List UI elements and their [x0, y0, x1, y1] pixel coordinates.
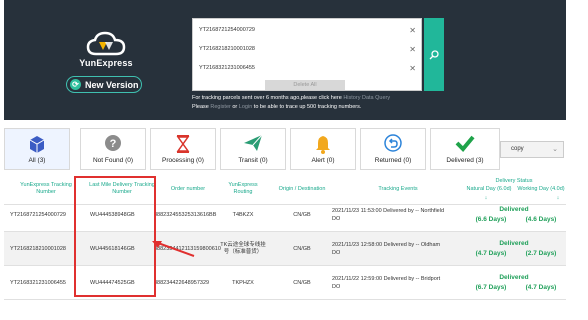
annotation-arrow	[152, 241, 195, 257]
box-icon	[29, 136, 45, 153]
natural-days: (6.6 Days)	[475, 215, 507, 223]
routing-cell: T4BKZX	[232, 212, 254, 218]
working-days: (2.7 Days)	[525, 249, 557, 257]
history-query-link[interactable]: History Data Query	[343, 95, 390, 101]
chevron-down-icon: ⌄	[552, 146, 558, 153]
tracking-entry: YT2168721254000729 ✕	[193, 23, 421, 38]
origin-dest-cell: CN/GB	[293, 280, 311, 286]
search-icon	[429, 49, 439, 59]
col-delivery-status: Delivery Status	[495, 178, 533, 184]
order-cell: 888234422648957329	[154, 280, 210, 286]
yunexpress-logo-icon	[86, 31, 126, 56]
history-note: For tracking parcels sent over 6 months …	[192, 95, 391, 101]
natural-days: (6.7 Days)	[475, 283, 507, 291]
refresh-icon: ⟳	[70, 79, 81, 90]
tracking-cell[interactable]: YT2168218210001028	[10, 232, 80, 266]
remove-icon[interactable]: ✕	[409, 42, 416, 57]
delete-all-button[interactable]: Delete All	[265, 80, 345, 90]
col-order-number: Order number	[170, 186, 206, 192]
status-tab-alert[interactable]: Alert (0)	[290, 128, 356, 170]
new-version-button[interactable]: ⟳ New Version	[66, 76, 142, 93]
login-note: Please Register or Login to be able to t…	[192, 104, 362, 110]
bell-icon	[316, 136, 330, 154]
hourglass-icon	[176, 135, 190, 153]
tracking-cell[interactable]: YT2168721254000729	[10, 198, 80, 232]
event-cell: 2021/11/23 11:53:00 Delivered by -- Nort…	[332, 208, 445, 222]
event-cell: 2021/11/23 12:58:00 Delivered by -- Oldh…	[332, 242, 441, 256]
col-tracking-events: Tracking Events	[378, 186, 418, 192]
check-icon	[455, 135, 475, 152]
status-tab-processing[interactable]: Processing (0)	[150, 128, 216, 170]
new-version-label: New Version	[85, 79, 139, 90]
status-tab-delivered[interactable]: Delivered (3)	[430, 128, 500, 170]
status-tab-transit[interactable]: Transit (0)	[220, 128, 286, 170]
col-origin-destination: Origin / Destination	[278, 186, 326, 192]
col-natural-day: Natural Day (6.0d)	[466, 186, 512, 192]
order-cell: 888232455325313616BB	[154, 212, 217, 218]
status-tab-all[interactable]: All (3)	[4, 128, 70, 170]
status-tab-returned[interactable]: Returned (0)	[360, 128, 426, 170]
question-icon: ?	[105, 135, 121, 151]
paper-plane-icon	[244, 134, 263, 151]
routing-cell: TKPHZX	[232, 280, 254, 286]
routing-cell: TK云途全球专线挂号（标准普货）	[220, 242, 266, 255]
tracking-entry: YT2168218210001028 ✕	[193, 42, 421, 57]
search-button[interactable]	[424, 18, 444, 91]
col-routing: YunExpress Routing	[228, 182, 258, 195]
col-working-day: Working Day (4.0d)	[517, 186, 565, 192]
return-icon	[384, 134, 402, 152]
svg-text:?: ?	[110, 138, 117, 150]
tracking-cell[interactable]: YT2168321231006455	[10, 266, 80, 300]
highlight-box	[74, 176, 156, 297]
status-tab-not-found[interactable]: ? Not Found (0)	[80, 128, 146, 170]
remove-icon[interactable]: ✕	[409, 23, 416, 38]
natural-days: (4.7 Days)	[475, 249, 507, 257]
login-link[interactable]: Login	[239, 104, 252, 110]
copy-select[interactable]: copy ⌄	[500, 141, 564, 158]
tracking-entry: YT2168321231006455 ✕	[193, 61, 421, 76]
event-cell: 2021/11/22 12:59:00 Delivered by -- Brid…	[332, 276, 441, 290]
origin-dest-cell: CN/GB	[293, 246, 311, 252]
working-days: (4.7 Days)	[525, 283, 557, 291]
col-yunexpress-tracking: YunExpress Tracking Number	[20, 182, 72, 195]
brand-name: YunExpress	[79, 58, 133, 68]
register-link[interactable]: Register	[210, 104, 230, 110]
working-days: (4.6 Days)	[525, 215, 557, 223]
origin-dest-cell: CN/GB	[293, 212, 311, 218]
status-filter-bar: All (3) ? Not Found (0) Processing (0) T…	[4, 128, 566, 170]
remove-icon[interactable]: ✕	[409, 61, 416, 76]
